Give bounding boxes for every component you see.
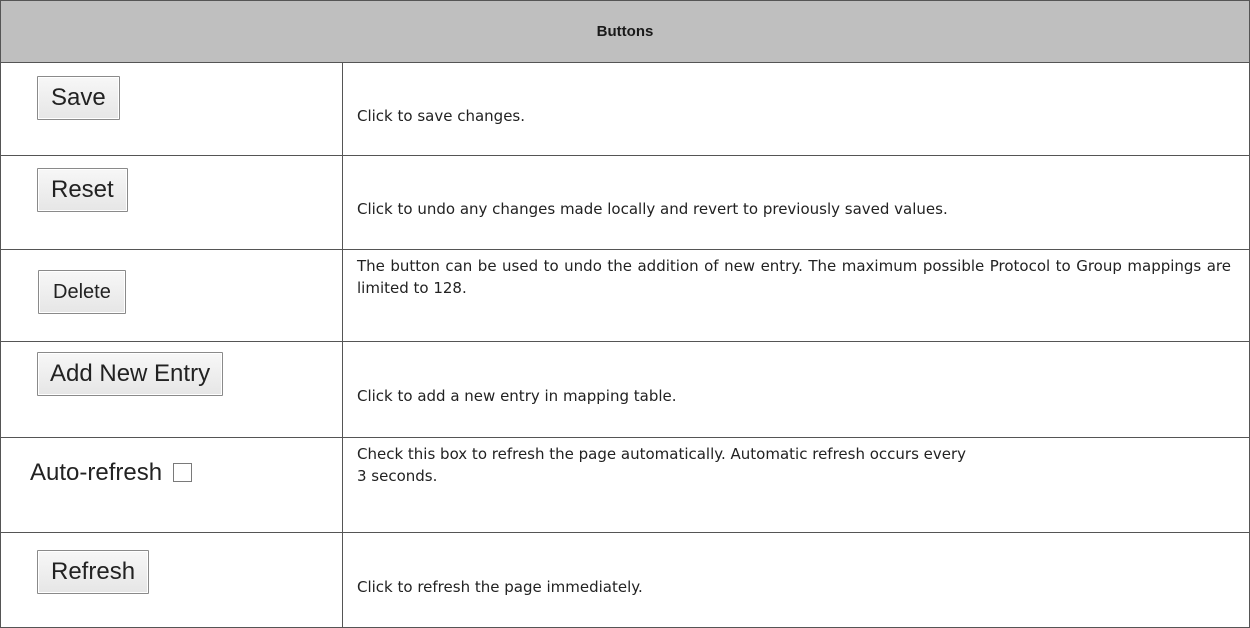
description-cell: Click to save changes.: [342, 62, 1250, 156]
description-cell: Check this box to refresh the page autom…: [342, 436, 1250, 533]
reset-button[interactable]: Reset: [37, 167, 128, 212]
table-row: Auto-refresh Check this box to refresh t…: [0, 436, 1250, 533]
control-cell: Refresh: [0, 531, 343, 628]
save-button[interactable]: Save: [37, 76, 120, 120]
description-cell: The button can be used to undo the addit…: [342, 248, 1250, 342]
description-cell: Click to refresh the page immediately.: [342, 531, 1250, 628]
auto-refresh-label: Auto-refresh: [30, 458, 163, 486]
control-cell: Add New Entry: [0, 340, 343, 438]
control-cell: Save: [0, 62, 343, 156]
buttons-table: Buttons Save Click to save changes. Rese…: [0, 0, 1250, 628]
description-cell: Click to add a new entry in mapping tabl…: [342, 340, 1250, 438]
add-new-entry-button[interactable]: Add New Entry: [37, 351, 224, 396]
table-header: Buttons: [0, 0, 1250, 63]
auto-refresh-control: Auto-refresh: [30, 438, 193, 487]
table-row: Delete The button can be used to undo th…: [0, 248, 1250, 342]
description-cell: Click to undo any changes made locally a…: [342, 154, 1250, 250]
refresh-button[interactable]: Refresh: [37, 549, 150, 594]
delete-button[interactable]: Delete: [38, 269, 126, 314]
table-row: Save Click to save changes.: [0, 62, 1250, 156]
control-cell: Delete: [0, 248, 343, 342]
control-cell: Reset: [0, 154, 343, 250]
table-row: Add New Entry Click to add a new entry i…: [0, 340, 1250, 438]
control-cell: Auto-refresh: [0, 436, 343, 533]
auto-refresh-checkbox[interactable]: [173, 463, 193, 483]
table-row: Refresh Click to refresh the page immedi…: [0, 531, 1250, 628]
table-row: Reset Click to undo any changes made loc…: [0, 154, 1250, 250]
